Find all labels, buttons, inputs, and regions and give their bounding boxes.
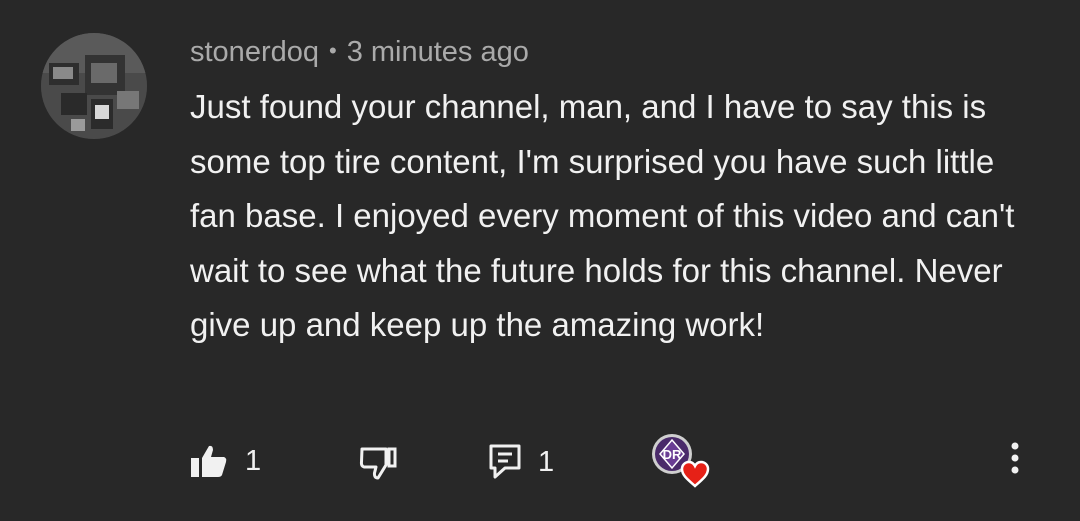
comment-text: Just found your channel, man, and I have… [190,88,1015,343]
heart-icon [680,460,710,488]
meta-separator: • [329,38,337,63]
like-count: 1 [245,444,262,477]
timestamp[interactable]: 3 minutes ago [347,36,529,68]
comment-actions: 1 1 DR [0,432,1080,492]
author-name[interactable]: stonerdoq [190,36,319,68]
thumbs-up-icon [191,445,227,477]
creator-heart-badge: DR [650,432,710,492]
avatar-image [41,33,147,139]
dislike-button[interactable] [358,445,398,481]
comment-icon [489,444,521,479]
author-avatar[interactable] [41,33,147,139]
reply-button[interactable]: 1 [489,444,554,480]
more-options-button[interactable] [1003,440,1027,480]
comment-header: stonerdoq • 3 minutes ago [190,34,529,72]
thumbs-down-icon [359,447,397,480]
more-vertical-icon [1011,442,1019,474]
like-button[interactable]: 1 [190,444,261,478]
reply-count: 1 [538,445,555,478]
